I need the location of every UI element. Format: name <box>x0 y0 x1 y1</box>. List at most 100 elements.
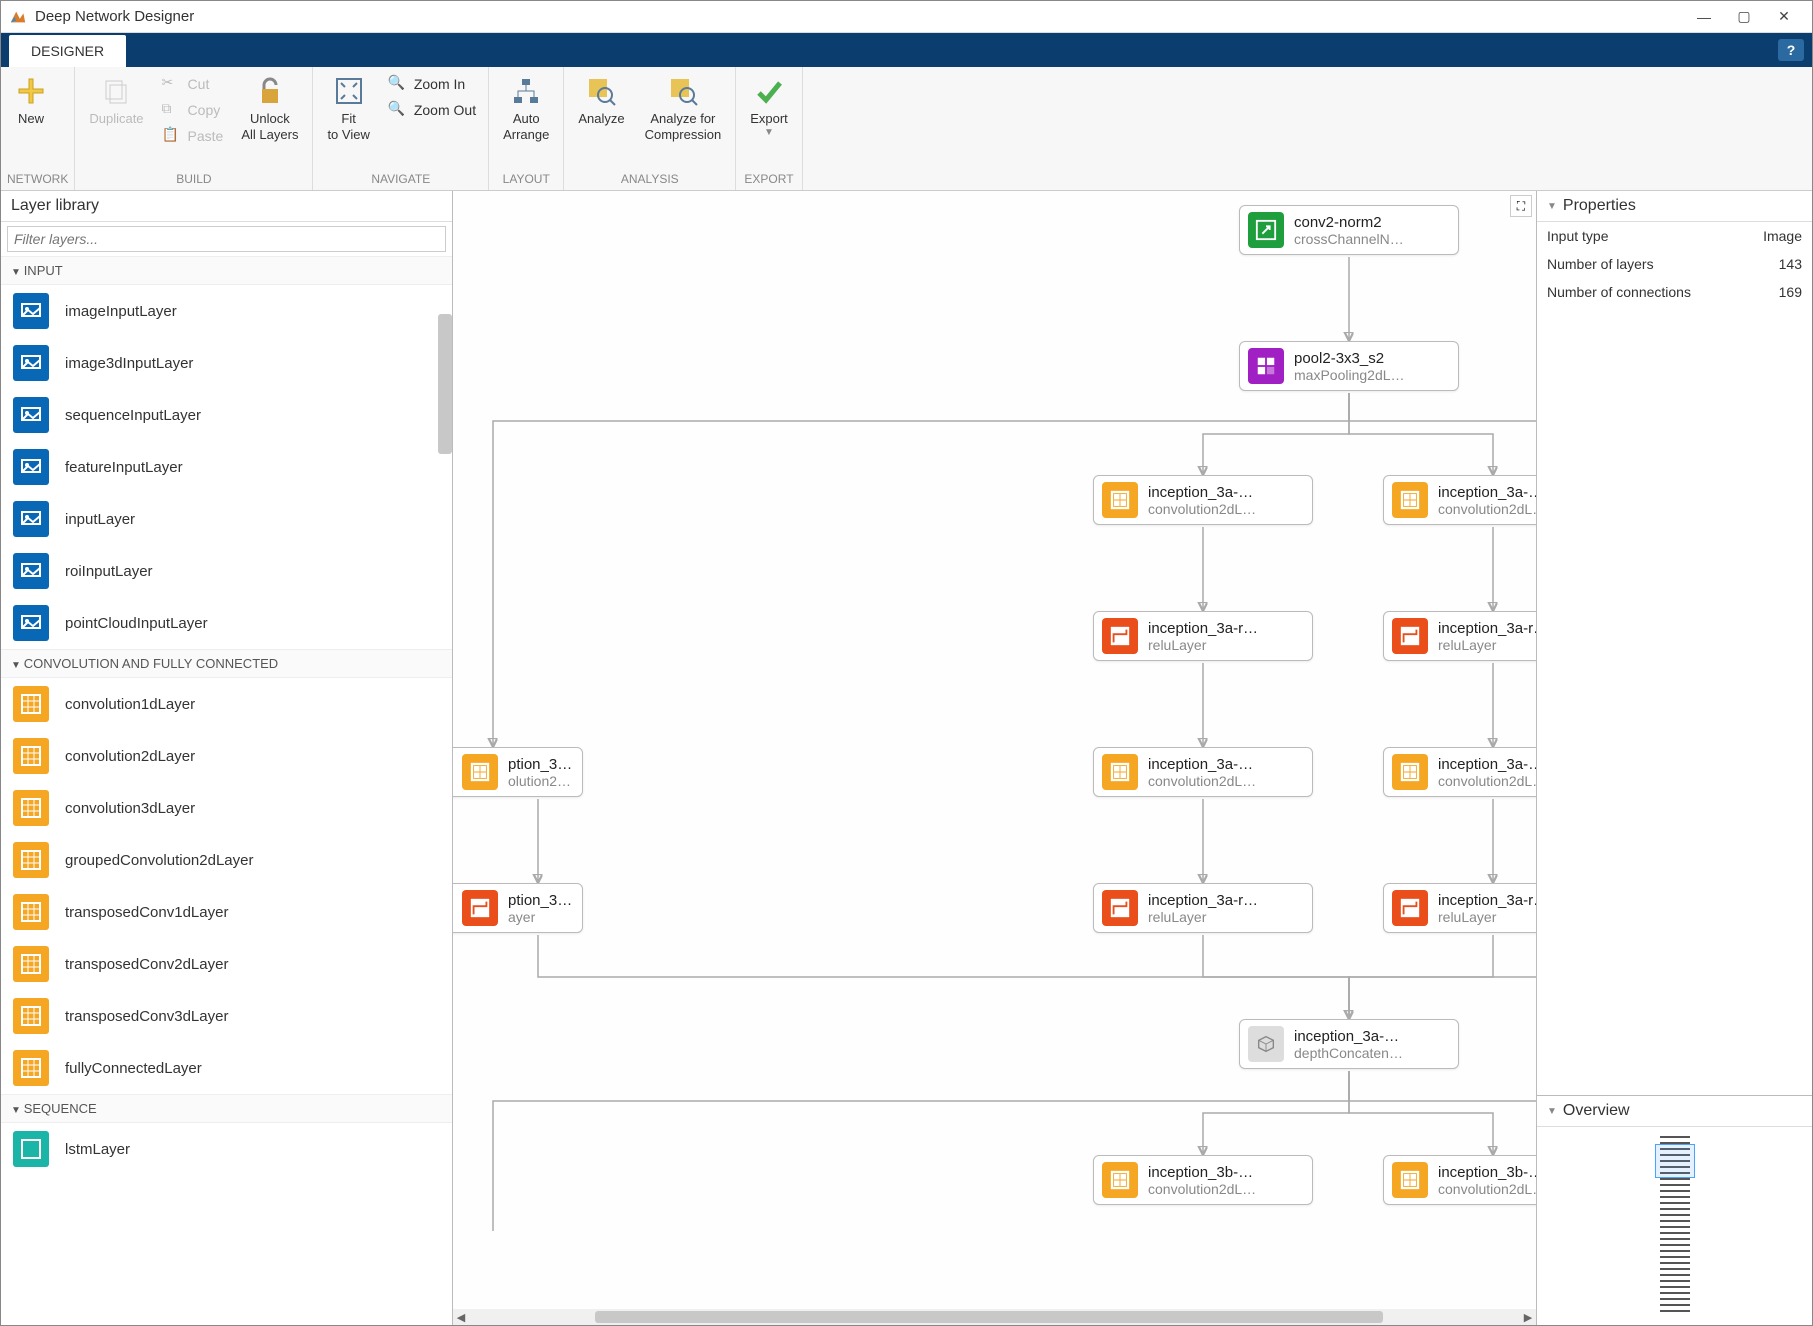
cut-button[interactable]: ✂Cut <box>156 71 230 97</box>
layer-section-header[interactable]: INPUT <box>1 256 452 285</box>
layer-node[interactable]: inception_3a-r…reluLayer <box>1093 611 1313 661</box>
layer-item[interactable]: transposedConv1dLayer <box>1 886 452 938</box>
layer-item[interactable]: fullyConnectedLayer <box>1 1042 452 1094</box>
layer-item-label: imageInputLayer <box>65 303 177 320</box>
layer-node[interactable]: inception_3a-r…reluLayer <box>1383 611 1536 661</box>
layer-item[interactable]: groupedConvolution2dLayer <box>1 834 452 886</box>
layer-item[interactable]: featureInputLayer <box>1 441 452 493</box>
filter-layers-input[interactable] <box>7 226 446 252</box>
layer-item[interactable]: lstmLayer <box>1 1123 452 1175</box>
tab-designer[interactable]: DESIGNER <box>9 35 126 67</box>
layer-item-label: groupedConvolution2dLayer <box>65 852 253 869</box>
node-subtitle: reluLayer <box>1438 909 1536 925</box>
layer-node[interactable]: inception_3a-…depthConcaten… <box>1239 1019 1459 1069</box>
layer-node[interactable]: inception_3a-r…reluLayer <box>1093 883 1313 933</box>
layer-item[interactable]: transposedConv2dLayer <box>1 938 452 990</box>
scrollbar-thumb[interactable] <box>438 314 452 454</box>
analyze-compression-button[interactable]: Analyze for Compression <box>637 71 730 146</box>
window-title: Deep Network Designer <box>35 8 1684 25</box>
node-type-icon <box>1248 348 1284 384</box>
layer-node[interactable]: inception_3b-…convolution2dL… <box>1093 1155 1313 1205</box>
maximize-button[interactable]: ▢ <box>1724 2 1764 32</box>
close-button[interactable]: ✕ <box>1764 2 1804 32</box>
layer-item[interactable]: inputLayer <box>1 493 452 545</box>
new-button[interactable]: New <box>7 71 55 131</box>
layer-item-label: lstmLayer <box>65 1141 130 1158</box>
node-type-icon <box>1102 482 1138 518</box>
zoom-out-button[interactable]: 🔍Zoom Out <box>382 97 482 123</box>
auto-arrange-button[interactable]: Auto Arrange <box>495 71 557 146</box>
layer-item[interactable]: imageInputLayer <box>1 285 452 337</box>
node-title: ption_3a-r… <box>508 892 574 909</box>
layer-section-header[interactable]: CONVOLUTION AND FULLY CONNECTED <box>1 649 452 678</box>
property-key: Number of layers <box>1547 256 1779 272</box>
layer-item[interactable]: image3dInputLayer <box>1 337 452 389</box>
layer-item[interactable]: convolution3dLayer <box>1 782 452 834</box>
node-subtitle: convolution2dL… <box>1148 1181 1256 1197</box>
overview-viewport[interactable] <box>1655 1144 1695 1178</box>
layer-type-icon <box>13 790 49 826</box>
node-title: inception_3b-… <box>1148 1164 1256 1181</box>
layer-type-icon <box>13 553 49 589</box>
design-canvas[interactable]: ⛶ conv2-norm2crossChannelN…pool2-3x3_s2m… <box>453 191 1536 1325</box>
overview-minimap[interactable] <box>1660 1136 1690 1316</box>
node-type-icon <box>1102 890 1138 926</box>
canvas-hscroll[interactable]: ◀ ▶ <box>453 1309 1536 1325</box>
auto-arrange-icon <box>510 75 542 107</box>
layer-item-label: transposedConv2dLayer <box>65 956 228 973</box>
fit-to-view-button[interactable]: Fit to View <box>319 71 377 146</box>
layer-node[interactable]: ption_3a-r…ayer <box>453 883 583 933</box>
layer-library-title: Layer library <box>1 191 452 222</box>
layer-node[interactable]: inception_3a-…convolution2dL… <box>1093 747 1313 797</box>
scroll-left-icon[interactable]: ◀ <box>453 1311 469 1324</box>
minimize-button[interactable]: — <box>1684 2 1724 32</box>
layer-list[interactable]: INPUT imageInputLayer image3dInputLayerseq… <box>1 256 452 1325</box>
node-type-icon <box>1102 618 1138 654</box>
check-icon <box>753 75 785 107</box>
node-type-icon <box>1392 1162 1428 1198</box>
layer-type-icon <box>13 998 49 1034</box>
ribbon-group-label: NETWORK <box>7 170 68 188</box>
property-row: Input typeImage <box>1537 222 1812 250</box>
layer-type-icon <box>13 738 49 774</box>
layer-item[interactable]: convolution2dLayer <box>1 730 452 782</box>
node-title: inception_3a-… <box>1294 1028 1403 1045</box>
node-subtitle: reluLayer <box>1148 909 1258 925</box>
duplicate-button[interactable]: Duplicate <box>81 71 151 131</box>
titlebar: Deep Network Designer — ▢ ✕ <box>1 1 1812 33</box>
analyze-button[interactable]: Analyze <box>570 71 632 131</box>
layer-item-label: transposedConv1dLayer <box>65 904 228 921</box>
copy-button[interactable]: ⧉Copy <box>156 97 230 123</box>
layer-item[interactable]: sequenceInputLayer <box>1 389 452 441</box>
layer-node[interactable]: inception_3a-…convolution2dL… <box>1383 475 1536 525</box>
layer-type-icon <box>13 501 49 537</box>
layer-node[interactable]: conv2-norm2crossChannelN… <box>1239 205 1459 255</box>
layer-node[interactable]: inception_3a-r…reluLayer <box>1383 883 1536 933</box>
export-button[interactable]: Export ▼ <box>742 71 796 143</box>
help-button[interactable]: ? <box>1778 39 1804 61</box>
property-value: Image <box>1763 228 1802 244</box>
zoom-in-button[interactable]: 🔍Zoom In <box>382 71 482 97</box>
layer-item[interactable]: transposedConv3dLayer <box>1 990 452 1042</box>
unlock-all-button[interactable]: Unlock All Layers <box>233 71 306 146</box>
layer-type-icon <box>13 894 49 930</box>
node-type-icon <box>1392 754 1428 790</box>
node-title: inception_3a-… <box>1438 756 1536 773</box>
node-title: inception_3a-r… <box>1148 892 1258 909</box>
layer-item[interactable]: convolution1dLayer <box>1 678 452 730</box>
node-title: inception_3a-r… <box>1148 620 1258 637</box>
scrollbar-thumb[interactable] <box>595 1311 1383 1323</box>
layer-type-icon <box>13 1131 49 1167</box>
layer-node[interactable]: inception_3b-…convolution2dL… <box>1383 1155 1536 1205</box>
layer-item[interactable]: pointCloudInputLayer <box>1 597 452 649</box>
layer-item[interactable]: roiInputLayer <box>1 545 452 597</box>
layer-node[interactable]: ption_3a-…olution2dL… <box>453 747 583 797</box>
node-title: inception_3a-… <box>1148 484 1256 501</box>
layer-node[interactable]: inception_3a-…convolution2dL… <box>1383 747 1536 797</box>
layer-item-label: inputLayer <box>65 511 135 528</box>
layer-node[interactable]: inception_3a-…convolution2dL… <box>1093 475 1313 525</box>
paste-button[interactable]: 📋Paste <box>156 123 230 149</box>
scroll-right-icon[interactable]: ▶ <box>1520 1311 1536 1324</box>
layer-section-header[interactable]: SEQUENCE <box>1 1094 452 1123</box>
layer-node[interactable]: pool2-3x3_s2maxPooling2dL… <box>1239 341 1459 391</box>
